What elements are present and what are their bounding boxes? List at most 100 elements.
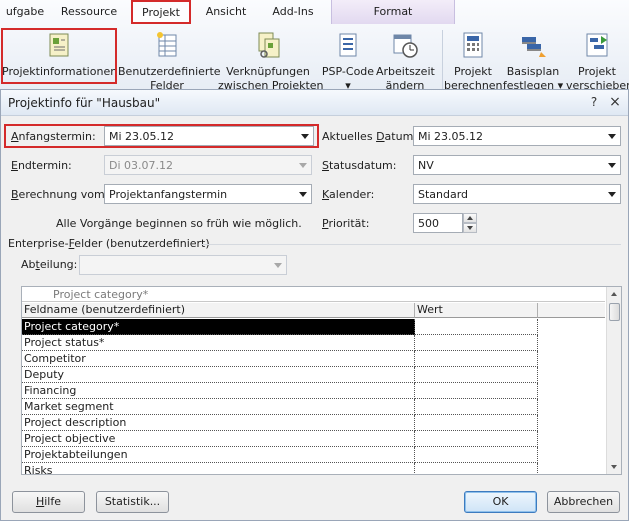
aktuelles-datum-label: Aktuelles Datum: bbox=[322, 130, 417, 143]
cell-wert[interactable] bbox=[415, 319, 538, 335]
projektinformationen-label: Projektinformationen bbox=[2, 65, 118, 78]
table-row[interactable]: Project category* bbox=[22, 319, 605, 335]
calculate-project-icon bbox=[463, 32, 483, 58]
tab-ansicht[interactable]: Ansicht bbox=[200, 0, 252, 24]
prioritaet-spin-up-icon[interactable] bbox=[463, 213, 477, 223]
statusdatum-label: Statusdatum: bbox=[322, 159, 397, 172]
endtermin-value: Di 03.07.12 bbox=[109, 159, 174, 172]
cell-wert[interactable] bbox=[415, 399, 538, 415]
abteilung-label: Abteilung: bbox=[21, 258, 78, 271]
cell-wert[interactable] bbox=[415, 463, 538, 474]
table-row[interactable]: Market segment bbox=[22, 399, 605, 415]
cell-feldname[interactable]: Projektabteilungen bbox=[22, 447, 415, 463]
grid-scrollbar[interactable] bbox=[606, 287, 621, 474]
cell-feldname[interactable]: Competitor bbox=[22, 351, 415, 367]
help-icon[interactable]: ? bbox=[586, 94, 602, 110]
scroll-up-icon[interactable] bbox=[607, 287, 621, 301]
statusdatum-combo[interactable]: NV bbox=[413, 155, 621, 175]
cell-wert[interactable] bbox=[415, 431, 538, 447]
abbrechen-button[interactable]: Abbrechen bbox=[547, 491, 620, 513]
hilfe-button[interactable]: Hilfe bbox=[12, 491, 85, 513]
prioritaet-input[interactable]: 500 bbox=[413, 213, 463, 233]
benutzerdefinierte-label: Benutzerdefinierte bbox=[118, 65, 221, 78]
move-project-icon bbox=[586, 33, 608, 57]
anfangstermin-combo[interactable]: Mi 23.05.12 bbox=[104, 126, 314, 146]
prioritaet-value: 500 bbox=[418, 217, 439, 230]
ok-button[interactable]: OK bbox=[464, 491, 537, 513]
tab-ressource[interactable]: Ressource bbox=[58, 0, 120, 24]
enterprise-fields-grid[interactable]: Project category* Feldname (benutzerdefi… bbox=[21, 286, 622, 475]
chevron-down-icon bbox=[274, 263, 282, 268]
cell-wert[interactable] bbox=[415, 367, 538, 383]
chevron-down-icon bbox=[299, 163, 307, 168]
berechnung-vom-label: Berechnung vom: bbox=[11, 188, 109, 201]
cell-feldname[interactable]: Project objective bbox=[22, 431, 415, 447]
chevron-down-icon bbox=[299, 192, 307, 197]
tab-add-ins[interactable]: Add-Ins bbox=[263, 0, 323, 24]
table-row[interactable]: Project status* bbox=[22, 335, 605, 351]
table-row[interactable]: Financing bbox=[22, 383, 605, 399]
projektinformationen-button[interactable]: Projektinformationen bbox=[2, 26, 118, 94]
table-row[interactable]: Competitor bbox=[22, 351, 605, 367]
basisplan-festlegen-button[interactable]: Basisplan festlegen ▾ bbox=[502, 26, 564, 94]
prioritaet-spin-down-icon[interactable] bbox=[463, 223, 477, 233]
cell-wert[interactable] bbox=[415, 383, 538, 399]
aktuelles-datum-combo[interactable]: Mi 23.05.12 bbox=[413, 126, 621, 146]
cell-wert[interactable] bbox=[415, 415, 538, 431]
arbeitszeit-label: Arbeitszeit bbox=[376, 65, 435, 78]
table-row[interactable]: Project description bbox=[22, 415, 605, 431]
aktuelles-datum-value: Mi 23.05.12 bbox=[418, 130, 484, 143]
projekt-label: Projekt bbox=[454, 65, 492, 78]
cell-feldname[interactable]: Project category* bbox=[22, 319, 415, 335]
projekt-berechnen-button[interactable]: Projekt berechnen bbox=[444, 26, 503, 94]
scroll-thumb[interactable] bbox=[609, 303, 620, 321]
column-header-wert[interactable]: Wert bbox=[415, 303, 538, 318]
anfangstermin-value: Mi 23.05.12 bbox=[109, 130, 175, 143]
cell-feldname[interactable]: Deputy bbox=[22, 367, 415, 383]
close-icon[interactable]: × bbox=[607, 94, 623, 110]
table-row[interactable]: Projektabteilungen bbox=[22, 447, 605, 463]
cell-feldname[interactable]: Risks bbox=[22, 463, 415, 474]
table-row[interactable]: Project objective bbox=[22, 431, 605, 447]
tab-format[interactable]: Format bbox=[331, 0, 455, 24]
kalender-value: Standard bbox=[418, 188, 469, 201]
projektinfo-dialog: Projektinfo für "Hausbau" ? × Anfangster… bbox=[0, 89, 629, 521]
kalender-combo[interactable]: Standard bbox=[413, 184, 621, 204]
projekt-verschieben-button[interactable]: Projekt verschieben bbox=[566, 26, 629, 94]
kalender-label: Kalender: bbox=[322, 188, 375, 201]
cell-feldname[interactable]: Financing bbox=[22, 383, 415, 399]
anfangstermin-label: Anfangstermin: bbox=[11, 130, 96, 143]
link-projects-icon bbox=[258, 32, 280, 58]
prioritaet-label: Priorität: bbox=[322, 217, 370, 230]
psp-code-button[interactable]: PSP-Code ▾ bbox=[320, 26, 376, 94]
cell-wert[interactable] bbox=[415, 447, 538, 463]
tab-projekt[interactable]: Projekt bbox=[132, 0, 190, 24]
table-row[interactable]: Deputy bbox=[22, 367, 605, 383]
arbeitszeit-aendern-button[interactable]: Arbeitszeit ändern bbox=[376, 26, 435, 94]
cell-feldname[interactable]: Market segment bbox=[22, 399, 415, 415]
cell-wert[interactable] bbox=[415, 351, 538, 367]
chevron-down-icon bbox=[608, 163, 616, 168]
tab-aufgabe[interactable]: ufgabe bbox=[0, 0, 50, 24]
statusdatum-value: NV bbox=[418, 159, 434, 172]
dialog-titlebar: Projektinfo für "Hausbau" ? × bbox=[1, 90, 628, 116]
cell-feldname[interactable]: Project status* bbox=[22, 335, 415, 351]
set-baseline-icon bbox=[522, 37, 546, 57]
benutzerdefinierte-felder-button[interactable]: Benutzerdefinierte Felder bbox=[118, 26, 221, 94]
verknuepfungen-button[interactable]: Verknüpfungen zwischen Projekten bbox=[218, 26, 324, 94]
table-row[interactable]: Risks bbox=[22, 463, 605, 474]
cell-wert[interactable] bbox=[415, 335, 538, 351]
ribbon: ufgabe Ressource Projekt Ansicht Add-Ins… bbox=[0, 0, 629, 96]
endtermin-combo: Di 03.07.12 bbox=[104, 155, 312, 175]
cell-feldname[interactable]: Project description bbox=[22, 415, 415, 431]
grid-edit-row[interactable]: Project category* bbox=[22, 287, 605, 302]
enterprise-felder-label: Enterprise-Felder (benutzerdefiniert) bbox=[8, 237, 210, 250]
statistik-button[interactable]: Statistik... bbox=[96, 491, 169, 513]
wbs-code-icon bbox=[339, 33, 357, 57]
scroll-down-icon[interactable] bbox=[607, 460, 621, 474]
endtermin-label: Endtermin: bbox=[11, 159, 72, 172]
chevron-down-icon bbox=[608, 192, 616, 197]
berechnung-vom-combo[interactable]: Projektanfangstermin bbox=[104, 184, 312, 204]
custom-fields-icon bbox=[157, 32, 177, 57]
column-header-feldname[interactable]: Feldname (benutzerdefiniert) bbox=[22, 303, 415, 318]
